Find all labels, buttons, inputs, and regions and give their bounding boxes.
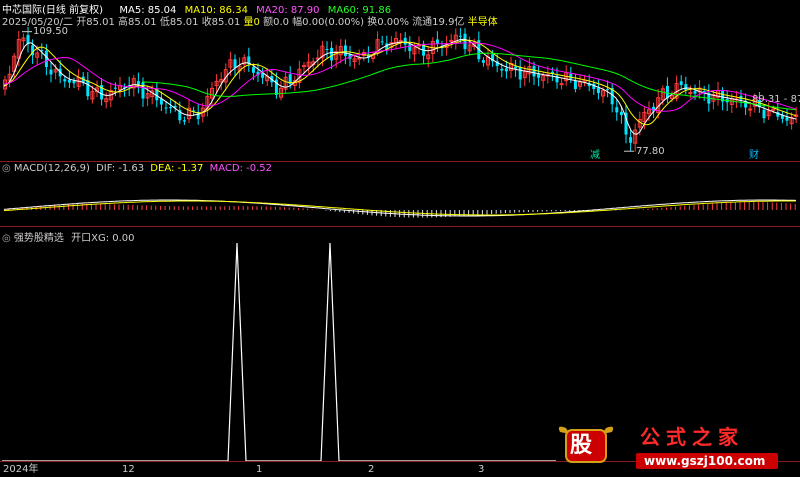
ohlc-row: 2025/05/20/二 开85.01 高85.01 低85.01 收85.01… [2, 13, 498, 28]
candle-body [330, 47, 334, 61]
candle-body [449, 39, 454, 42]
candle-body [606, 89, 610, 91]
candle-body [693, 90, 697, 94]
candle-body [481, 60, 485, 63]
candle-body [380, 41, 384, 43]
candle-body [72, 80, 76, 84]
signal-line [2, 242, 556, 462]
macd-value: MACD: -0.52 [209, 163, 272, 174]
watermark-site-name: 公式之家 [640, 425, 744, 449]
quote-low: 低85.01 [159, 17, 199, 28]
ma-line-ma20 [3, 42, 797, 112]
candle-body [615, 107, 619, 113]
macd-settings-icon[interactable]: ◎ [2, 163, 11, 174]
candle-body [141, 82, 145, 99]
macd-dea: DEA: -1.37 [150, 163, 204, 174]
candle-body [44, 50, 48, 67]
candle-body [463, 33, 467, 50]
indicator-title[interactable]: 强势股精选 [14, 233, 64, 244]
candle-body [679, 81, 683, 85]
candle-body [684, 84, 688, 90]
indicator-signal: 开口XG: 0.00 [71, 233, 135, 244]
candle-body [629, 137, 633, 143]
candle-body [403, 37, 407, 45]
candle-body [398, 40, 403, 43]
quote-turnover: 换0.00% [367, 17, 409, 28]
candle-body [785, 117, 789, 121]
indicator-header: ◎ 强势股精选 开口XG: 0.00 [2, 229, 135, 244]
candle-body [325, 48, 329, 50]
candle-body [408, 44, 412, 52]
candle-body [518, 67, 522, 80]
quote-high: 高85.01 [118, 17, 157, 28]
candle-body [688, 92, 693, 95]
candle-body [748, 108, 753, 111]
candle-body [343, 45, 347, 57]
panel-divider-macd [0, 161, 800, 162]
low-price-label: 77.80 [636, 146, 665, 157]
macd-header: ◎ MACD(12,26,9) DIF: -1.63 DEA: -1.37 MA… [2, 163, 272, 174]
x-tick-label: 12 [122, 464, 135, 475]
right-price-label: 89.31 - 87 [752, 94, 800, 105]
quote-industry: 半导体 [467, 17, 498, 28]
candle-body [169, 107, 173, 109]
quote-change: 幅0.00(0.00%) [292, 17, 365, 28]
x-tick-label: 1 [256, 464, 263, 475]
candle-body [251, 67, 255, 73]
candle-body [113, 87, 117, 89]
candle-body [164, 107, 168, 109]
quote-volume: 量0 [243, 17, 260, 28]
x-tick-label: 2024年 [3, 464, 39, 475]
candle-body [67, 79, 71, 83]
quote-open: 开85.01 [76, 17, 115, 28]
candle-body [182, 120, 186, 122]
quote-close: 收85.01 [201, 17, 241, 28]
candle-body [569, 73, 573, 79]
macd-dif: DIF: -1.63 [96, 163, 145, 174]
candle-body [500, 68, 504, 71]
quote-amount: 额0.0 [263, 17, 289, 28]
x-tick-label: 3 [478, 464, 485, 475]
x-tick-label: 2 [368, 464, 375, 475]
macd-title[interactable]: MACD(12,26,9) [14, 163, 90, 174]
indicator-settings-icon[interactable]: ◎ [2, 233, 11, 244]
watermark-logo-icon: 股 [556, 424, 616, 468]
candle-body [63, 79, 67, 82]
candle-body [458, 35, 462, 37]
candle-body [357, 57, 362, 60]
candle-body [435, 39, 439, 44]
candle-body [504, 68, 508, 72]
watermark-url: www.gszj100.com [644, 454, 766, 468]
watermark-url-badge: www.gszj100.com [636, 453, 778, 469]
candle-body [86, 80, 90, 97]
candle-body [514, 66, 518, 69]
panel-divider-indicator [0, 226, 800, 227]
candle-body [136, 81, 140, 85]
quote-float: 流通19.9亿 [412, 17, 465, 28]
candle-body [532, 66, 536, 77]
watermark-logo-char: 股 [570, 433, 593, 458]
ma-line-ma10 [3, 39, 797, 126]
candle-body [302, 65, 306, 68]
candle-body [596, 88, 600, 94]
candle-body [559, 83, 564, 86]
candle-body [537, 73, 541, 78]
candle-body [573, 80, 577, 90]
candle-body [49, 69, 53, 75]
candle-body [233, 59, 237, 68]
ma-line-ma5 [3, 38, 797, 135]
candle-body [619, 111, 623, 116]
high-price-label: 109.50 [33, 26, 68, 37]
candle-body [762, 109, 766, 119]
